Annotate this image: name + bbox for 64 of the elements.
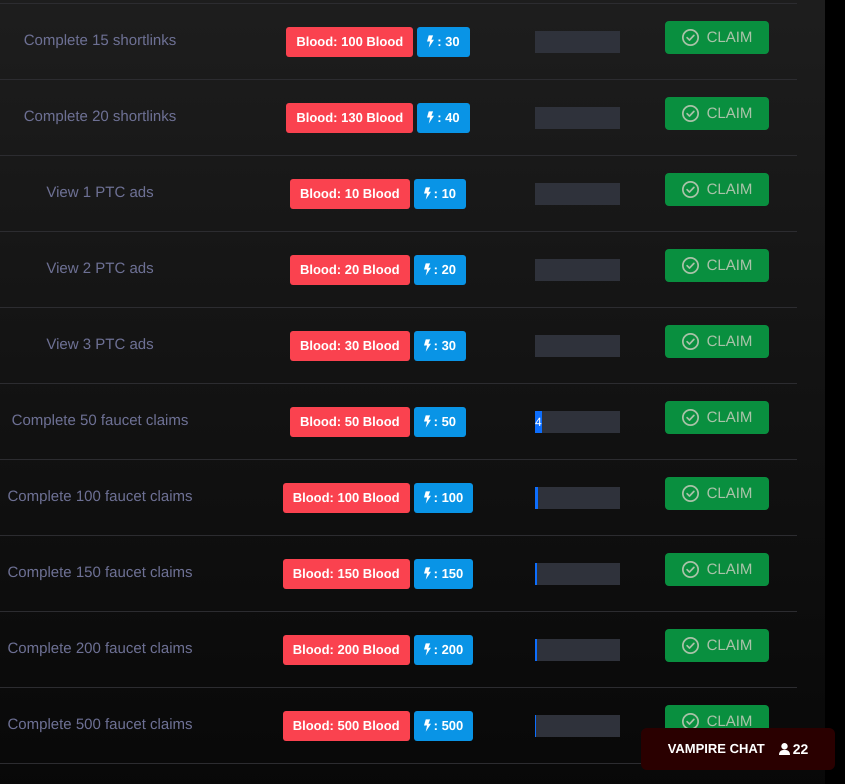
claim-button[interactable]: CLAIM [665, 552, 769, 586]
task-label: Complete 500 faucet claims [7, 715, 193, 736]
energy-amount: : 150 [434, 564, 464, 583]
chat-popup[interactable]: VAMPIRE CHAT 22 [641, 728, 835, 770]
lightning-icon [427, 35, 434, 48]
online-count: 22 [792, 740, 808, 758]
energy-amount: : 40 [437, 108, 460, 127]
lightning-icon [424, 719, 431, 732]
blood-reward-badge: Blood: 200 Blood [282, 634, 410, 664]
lightning-icon [424, 567, 431, 580]
check-circle-icon [682, 712, 699, 730]
energy-amount: : 20 [434, 260, 456, 279]
check-circle-icon [682, 560, 699, 578]
check-circle-icon [682, 408, 699, 426]
blood-reward-badge: Blood: 130 Blood [286, 102, 414, 132]
claim-button[interactable]: CLAIM [665, 96, 769, 130]
lightning-icon [424, 643, 431, 656]
claim-button[interactable]: CLAIM [665, 324, 769, 358]
lightning-icon [427, 111, 434, 124]
lightning-icon [424, 187, 431, 200]
energy-amount: : 100 [434, 488, 464, 507]
task-label: View 3 PTC ads [46, 335, 154, 356]
energy-amount: : 50 [434, 412, 456, 431]
blood-reward-badge: Blood: 10 Blood [290, 178, 410, 208]
blood-reward-badge: Blood: 500 Blood [282, 710, 410, 740]
check-circle-icon [682, 28, 699, 46]
lightning-icon [424, 339, 431, 352]
lightning-icon [424, 415, 431, 428]
check-circle-icon [682, 104, 699, 122]
claim-button[interactable]: CLAIM [665, 476, 769, 510]
task-label: Complete 200 faucet claims [7, 639, 193, 660]
lightning-icon [424, 491, 431, 504]
energy-amount: : 30 [434, 336, 456, 355]
user-icon [778, 743, 790, 755]
lightning-icon [424, 263, 431, 276]
task-label: Complete 15 shortlinks [24, 31, 176, 52]
claim-button[interactable]: CLAIM [665, 172, 769, 206]
progress-label: 4 [535, 416, 542, 428]
blood-reward-badge: Blood: 20 Blood [290, 254, 410, 284]
blood-reward-badge: Blood: 150 Blood [282, 558, 410, 588]
task-label: Complete 100 faucet claims [7, 487, 193, 508]
check-circle-icon [682, 636, 699, 654]
claim-button[interactable]: CLAIM [665, 628, 769, 662]
check-circle-icon [682, 484, 699, 502]
energy-amount: : 10 [434, 184, 456, 203]
check-circle-icon [682, 256, 699, 274]
energy-amount: : 30 [437, 32, 460, 51]
claim-button[interactable]: CLAIM [665, 400, 769, 434]
energy-amount: : 500 [434, 716, 464, 735]
claim-button[interactable]: CLAIM [665, 248, 769, 282]
task-label: View 1 PTC ads [46, 183, 154, 204]
energy-amount: : 200 [434, 640, 464, 659]
blood-reward-badge: Blood: 100 Blood [282, 482, 410, 512]
blood-reward-badge: Blood: 30 Blood [290, 330, 410, 360]
check-circle-icon [682, 332, 699, 350]
task-label: Complete 150 faucet claims [7, 563, 193, 584]
task-label: View 2 PTC ads [46, 259, 154, 280]
chat-title: VAMPIRE CHAT [668, 740, 765, 758]
blood-reward-badge: Blood: 100 Blood [286, 26, 414, 56]
check-circle-icon [682, 180, 699, 198]
blood-reward-badge: Blood: 50 Blood [290, 406, 410, 436]
claim-button[interactable]: CLAIM [665, 20, 769, 54]
task-label: Complete 20 shortlinks [24, 107, 176, 128]
task-label: Complete 50 faucet claims [12, 411, 188, 432]
